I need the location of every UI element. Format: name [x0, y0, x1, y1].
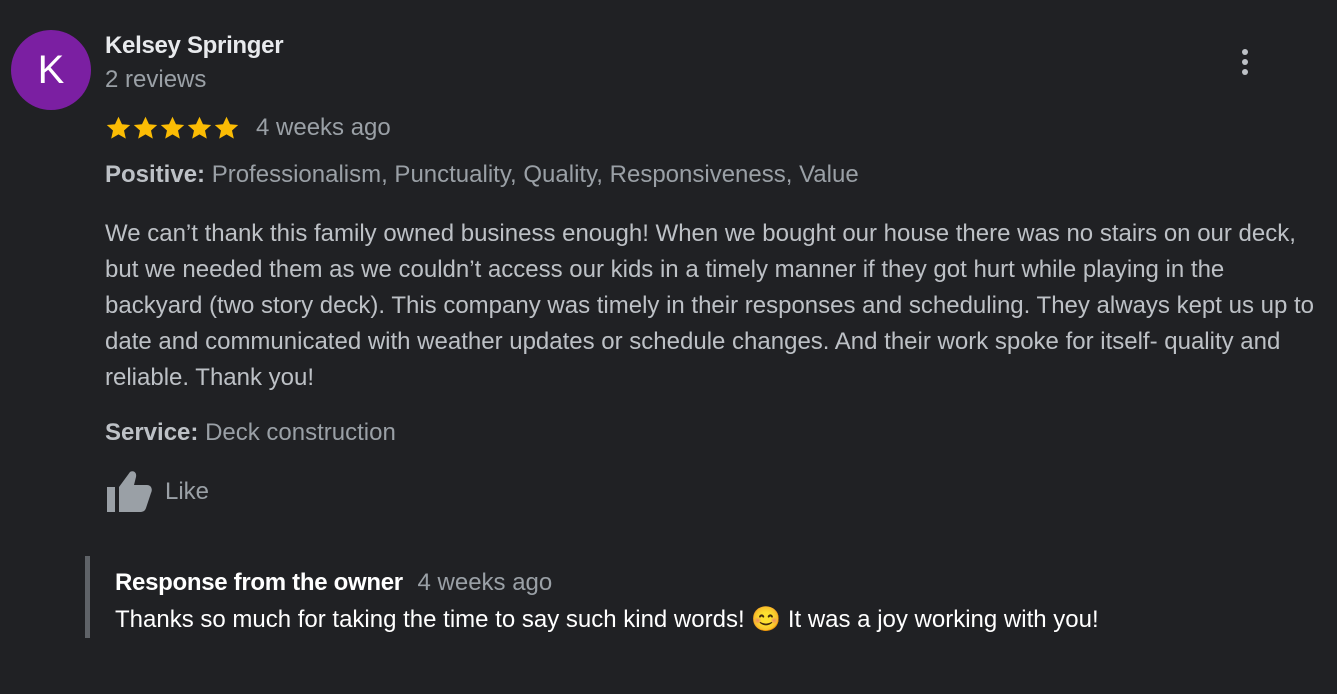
avatar-letter: K	[37, 48, 65, 92]
positive-values: Professionalism, Punctuality, Quality, R…	[211, 161, 859, 188]
more-options-button[interactable]	[1230, 46, 1260, 78]
star-icon	[187, 116, 212, 139]
star-icon	[160, 116, 185, 139]
star-icon	[133, 116, 158, 139]
star-icon	[214, 116, 239, 139]
owner-response-date: 4 weeks ago	[417, 569, 553, 596]
service-value: Deck construction	[205, 419, 396, 446]
star-rating	[105, 115, 240, 142]
rating-row: 4 weeks ago	[105, 112, 391, 144]
service-info: Service: Deck construction	[105, 419, 396, 447]
star-icon	[106, 116, 131, 139]
review-text: We can’t thank this family owned busines…	[105, 220, 1315, 391]
like-label: Like	[165, 478, 210, 505]
more-vert-icon	[1242, 49, 1248, 55]
like-button[interactable]: Like	[105, 470, 209, 514]
positive-label: Positive:	[105, 161, 206, 188]
review-count[interactable]: 2 reviews	[105, 66, 206, 94]
owner-response-title: Response from the owner	[115, 569, 403, 596]
owner-response: Response from the owner 4 weeks ago Than…	[85, 556, 1290, 638]
owner-response-text: Thanks so much for taking the time to sa…	[115, 606, 1099, 633]
more-vert-icon-dot	[1242, 69, 1248, 75]
service-label: Service:	[105, 419, 199, 446]
author-name[interactable]: Kelsey Springer	[105, 32, 284, 60]
more-vert-icon-dot	[1242, 59, 1248, 65]
avatar[interactable]: K	[11, 30, 91, 110]
owner-response-header: Response from the owner 4 weeks ago	[115, 569, 552, 597]
positive-attributes: Positive: Professionalism, Punctuality, …	[105, 161, 859, 189]
review-card: K Kelsey Springer 2 reviews 4 weeks ago …	[0, 0, 1337, 694]
thumbs-up-icon	[107, 471, 152, 512]
review-date: 4 weeks ago	[256, 114, 391, 141]
